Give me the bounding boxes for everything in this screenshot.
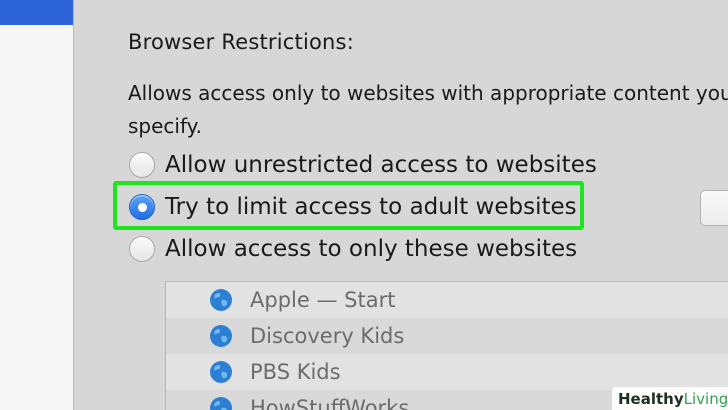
site-name: HowStuffWorks bbox=[250, 396, 410, 410]
globe-icon bbox=[210, 289, 232, 311]
globe-icon bbox=[210, 325, 232, 347]
site-name: Discovery Kids bbox=[250, 324, 405, 348]
radio-unrestricted-access[interactable]: Allow unrestricted access to websites bbox=[129, 149, 597, 181]
section-heading: Browser Restrictions: bbox=[128, 30, 354, 54]
sidebar bbox=[0, 0, 74, 410]
list-item[interactable]: PBS Kids bbox=[166, 354, 728, 390]
highlight-box bbox=[113, 181, 584, 230]
watermark-text-1: Healthy bbox=[618, 389, 684, 408]
sidebar-selected-item[interactable] bbox=[0, 0, 73, 25]
parental-controls-panel: Browser Restrictions: Allows access only… bbox=[0, 0, 728, 410]
section-description: Allows access only to websites with appr… bbox=[128, 81, 728, 138]
radio-only-these-websites[interactable]: Allow access to only these websites bbox=[129, 233, 577, 265]
list-item[interactable]: Apple — Start bbox=[166, 282, 728, 318]
site-name: Apple — Start bbox=[250, 288, 396, 312]
watermark-text-2: Living bbox=[683, 389, 728, 408]
radio-button[interactable] bbox=[129, 152, 155, 178]
radio-button[interactable] bbox=[129, 236, 155, 262]
watermark-logo: Healthy Living bbox=[612, 387, 728, 410]
customize-button[interactable] bbox=[700, 190, 728, 226]
globe-icon bbox=[210, 397, 232, 410]
radio-label: Allow access to only these websites bbox=[165, 236, 578, 262]
radio-label: Allow unrestricted access to websites bbox=[165, 152, 597, 178]
list-item[interactable]: Discovery Kids bbox=[166, 318, 728, 354]
site-name: PBS Kids bbox=[250, 360, 341, 384]
globe-icon bbox=[210, 361, 232, 383]
